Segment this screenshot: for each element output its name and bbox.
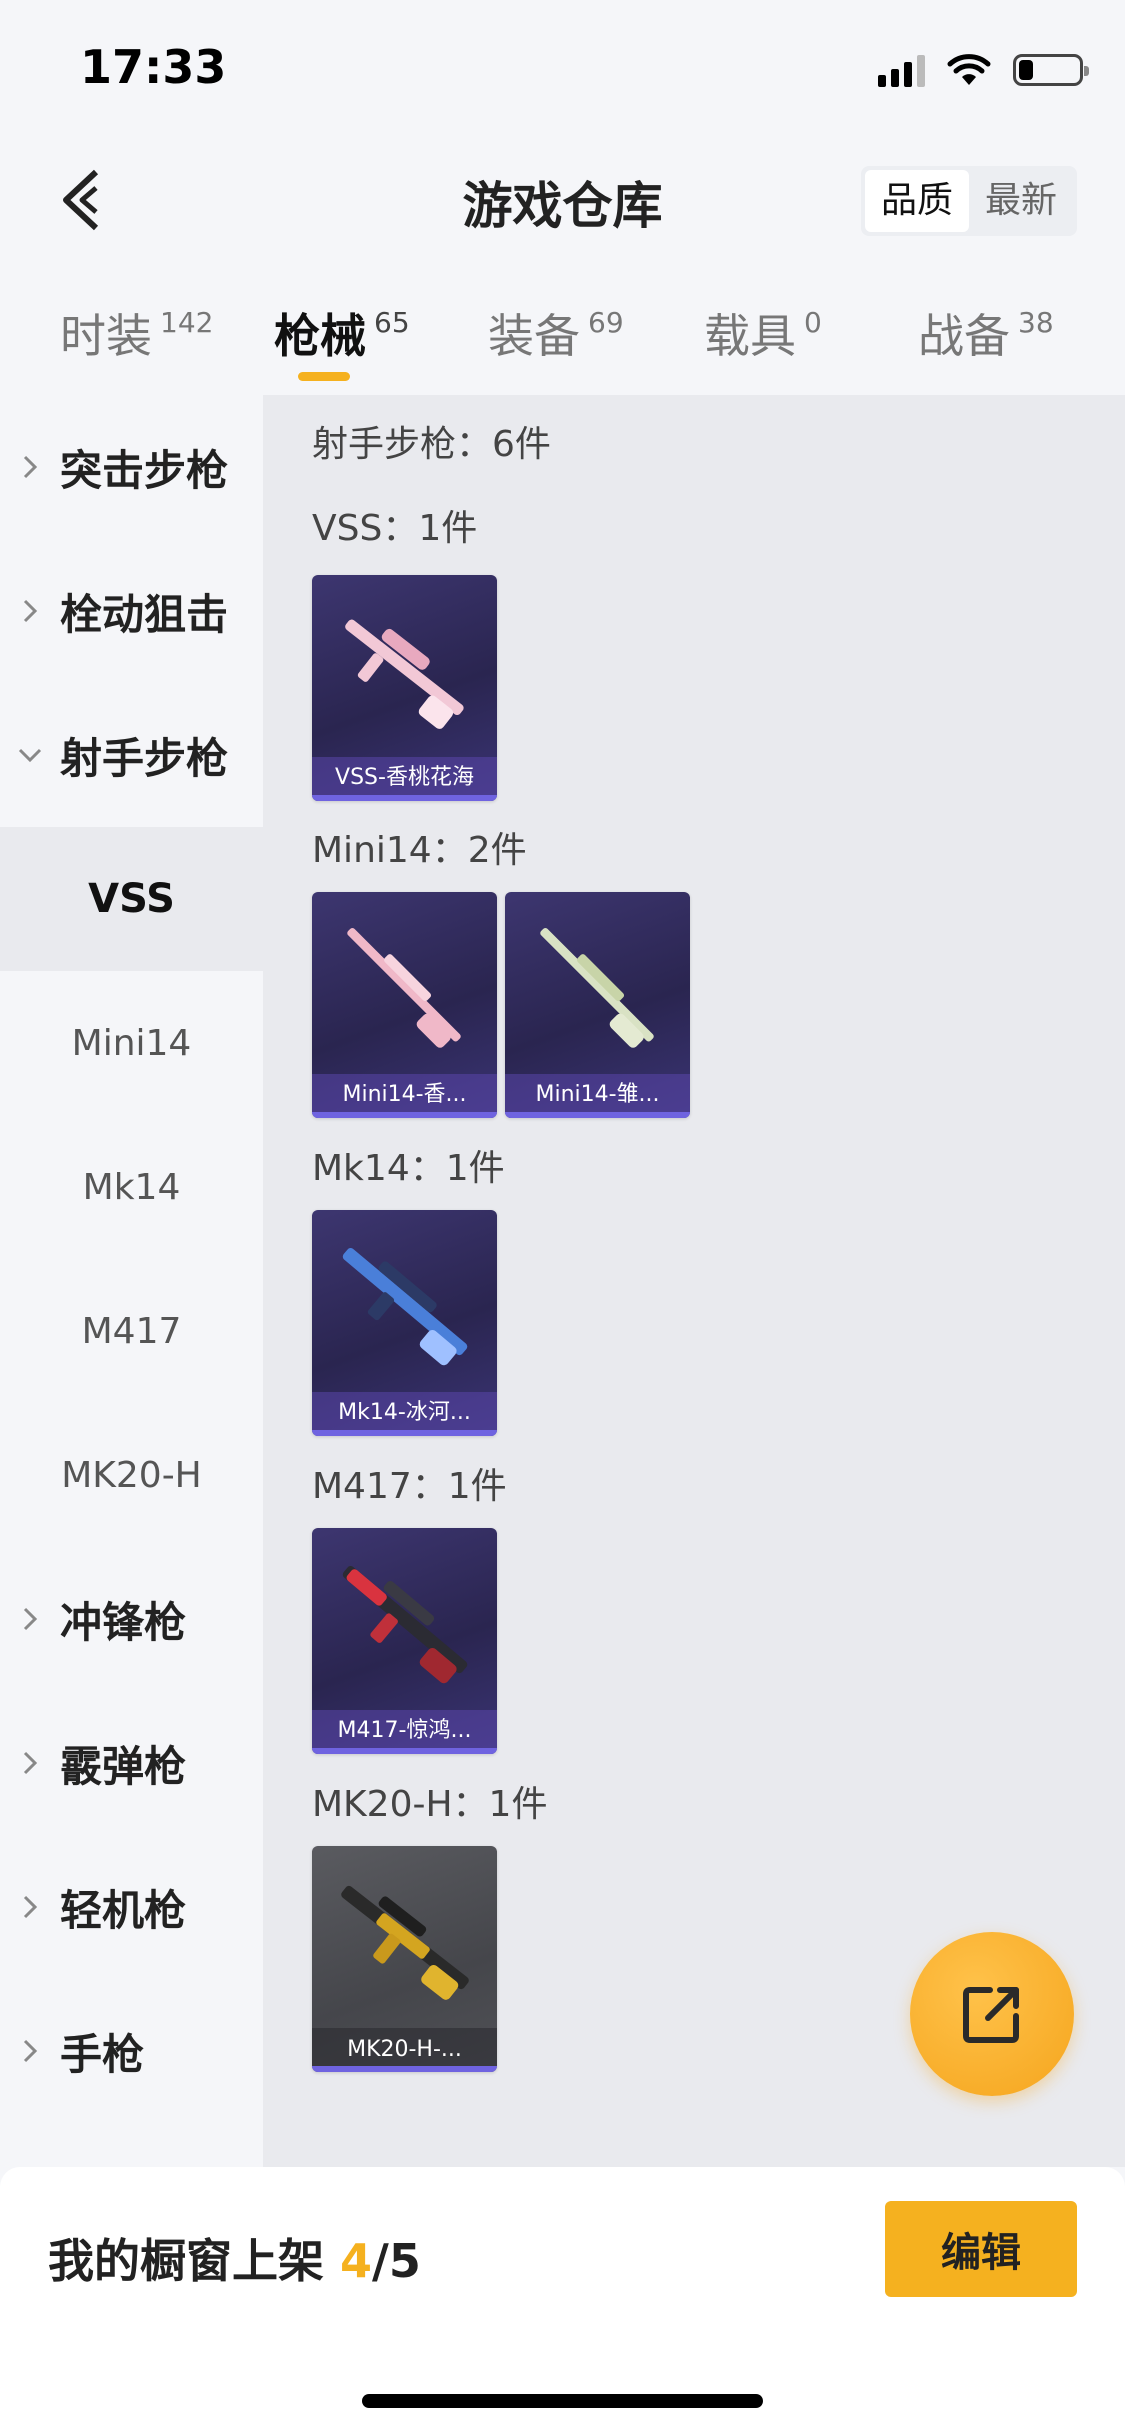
skin-name: M417-惊鸿... <box>337 1718 472 1743</box>
status-bar: 17:33 <box>0 0 1125 130</box>
skin-card-m417[interactable]: M417-惊鸿... <box>312 1528 497 1754</box>
rarity-bar <box>505 1112 690 1118</box>
chevron-right-icon <box>0 2038 60 2064</box>
share-icon <box>963 1987 1019 2043</box>
sidebar-group-label: 霰弹枪 <box>60 1741 187 1791</box>
skin-name: MK20-H-... <box>347 2037 462 2062</box>
rifle-icon <box>347 927 461 1048</box>
inventory-content: 射手步枪：6件 VSS：1件 VSS-香桃花海 Mini14：2件 Mini14… <box>263 395 1125 2167</box>
rarity-bar <box>312 1748 497 1754</box>
tab-fashion[interactable]: 时装 142 <box>60 300 213 366</box>
tab-label: 枪械 <box>274 309 366 363</box>
signal-icon <box>878 53 925 87</box>
sidebar-group-marksman-rifle[interactable]: 射手步枪 <box>0 683 263 827</box>
rarity-bar <box>312 2066 497 2072</box>
chevron-down-icon <box>0 746 60 764</box>
weapon-type-sidebar: 突击步枪 栓动狙击 射手步枪 VSS Mini14 Mk14 M417 MK20… <box>0 395 263 2167</box>
rifle-icon <box>341 1885 469 2000</box>
sidebar-group-assault-rifle[interactable]: 突击步枪 <box>0 395 263 539</box>
showcase-panel: 我的橱窗上架 4/5 编辑 <box>0 2167 1125 2436</box>
sidebar-item-m417[interactable]: M417 <box>0 1259 263 1403</box>
category-summary: 射手步枪：6件 <box>312 424 551 465</box>
section-header-m417: M417：1件 <box>312 1466 507 1507</box>
active-tab-indicator <box>298 372 350 381</box>
rifle-icon <box>345 619 464 729</box>
edit-button[interactable]: 编辑 <box>885 2201 1077 2297</box>
sidebar-group-label: 栓动狙击 <box>60 589 229 639</box>
tab-vehicles[interactable]: 载具 0 <box>704 300 822 366</box>
wifi-icon <box>947 54 991 85</box>
sort-option-quality[interactable]: 品质 <box>864 170 969 232</box>
skin-card-mini14[interactable]: Mini14-香... <box>312 892 497 1118</box>
sidebar-item-mini14[interactable]: Mini14 <box>0 971 263 1115</box>
skin-name: Mini14-香... <box>342 1082 467 1107</box>
sort-option-newest[interactable]: 最新 <box>969 170 1073 232</box>
sidebar-group-pistol[interactable]: 手枪 <box>0 1979 263 2123</box>
skin-name: Mini14-雏... <box>535 1082 660 1107</box>
rifle-icon <box>342 1248 468 1366</box>
sidebar-group-label: 轻机枪 <box>60 1885 187 1935</box>
chevron-right-icon <box>0 454 60 480</box>
status-icons <box>878 48 1089 92</box>
sidebar-item-mk20h[interactable]: MK20-H <box>0 1403 263 1547</box>
home-indicator[interactable] <box>362 2394 763 2408</box>
battery-icon <box>1013 54 1089 86</box>
tab-count: 65 <box>374 306 410 339</box>
skin-card-mk14[interactable]: Mk14-冰河... <box>312 1210 497 1436</box>
tab-equipment[interactable]: 装备 69 <box>488 300 624 366</box>
skin-card-mk20h[interactable]: MK20-H-... <box>312 1846 497 2072</box>
showcase-label: 我的橱窗上架 <box>48 2234 324 2288</box>
tab-count: 142 <box>160 306 214 339</box>
tab-label: 载具 <box>704 309 796 363</box>
sort-toggle: 品质 最新 <box>860 166 1077 236</box>
rifle-icon <box>540 927 654 1048</box>
chevron-right-icon <box>0 1894 60 1920</box>
skin-card-vss[interactable]: VSS-香桃花海 <box>312 575 497 801</box>
sidebar-item-vss[interactable]: VSS <box>0 827 263 971</box>
sidebar-group-label: 射手步枪 <box>60 733 229 783</box>
rarity-bar <box>312 795 497 801</box>
sidebar-group-label: 突击步枪 <box>60 445 229 495</box>
chevron-right-icon <box>0 598 60 624</box>
sidebar-group-label: 冲锋枪 <box>60 1597 187 1647</box>
sidebar-group-bolt-sniper[interactable]: 栓动狙击 <box>0 539 263 683</box>
showcase-count: 4 <box>340 2234 373 2288</box>
section-header-mk14: Mk14：1件 <box>312 1148 505 1189</box>
skin-name: VSS-香桃花海 <box>335 765 474 790</box>
tab-label: 战备 <box>918 309 1010 363</box>
sidebar-group-shotgun[interactable]: 霰弹枪 <box>0 1691 263 1835</box>
section-header-mk20h: MK20-H：1件 <box>312 1784 548 1825</box>
sidebar-group-label: 手枪 <box>60 2029 145 2079</box>
chevron-right-icon <box>0 1606 60 1632</box>
share-button[interactable] <box>910 1932 1074 2096</box>
section-header-vss: VSS：1件 <box>312 508 478 549</box>
sidebar-group-lmg[interactable]: 轻机枪 <box>0 1835 263 1979</box>
tab-supplies[interactable]: 战备 38 <box>918 300 1054 366</box>
skin-card-mini14[interactable]: Mini14-雏... <box>505 892 690 1118</box>
section-header-mini14: Mini14：2件 <box>312 830 527 871</box>
rarity-bar <box>312 1430 497 1436</box>
tab-firearms[interactable]: 枪械 65 <box>274 300 410 366</box>
chevron-right-icon <box>0 1750 60 1776</box>
status-time: 17:33 <box>80 40 227 94</box>
category-tabs: 时装 142 枪械 65 装备 69 载具 0 战备 38 <box>0 280 1125 395</box>
tab-label: 时装 <box>60 309 152 363</box>
showcase-status: 我的橱窗上架 4/5 <box>48 2225 421 2291</box>
tab-count: 0 <box>804 306 822 339</box>
rifle-icon <box>342 1566 468 1684</box>
tab-count: 69 <box>588 306 624 339</box>
nav-bar: 游戏仓库 品质 最新 <box>0 130 1125 270</box>
showcase-total: /5 <box>372 2234 421 2288</box>
sidebar-item-mk14[interactable]: Mk14 <box>0 1115 263 1259</box>
sidebar-group-smg[interactable]: 冲锋枪 <box>0 1547 263 1691</box>
tab-count: 38 <box>1018 306 1054 339</box>
skin-name: Mk14-冰河... <box>338 1400 471 1425</box>
tab-label: 装备 <box>488 309 580 363</box>
rarity-bar <box>312 1112 497 1118</box>
